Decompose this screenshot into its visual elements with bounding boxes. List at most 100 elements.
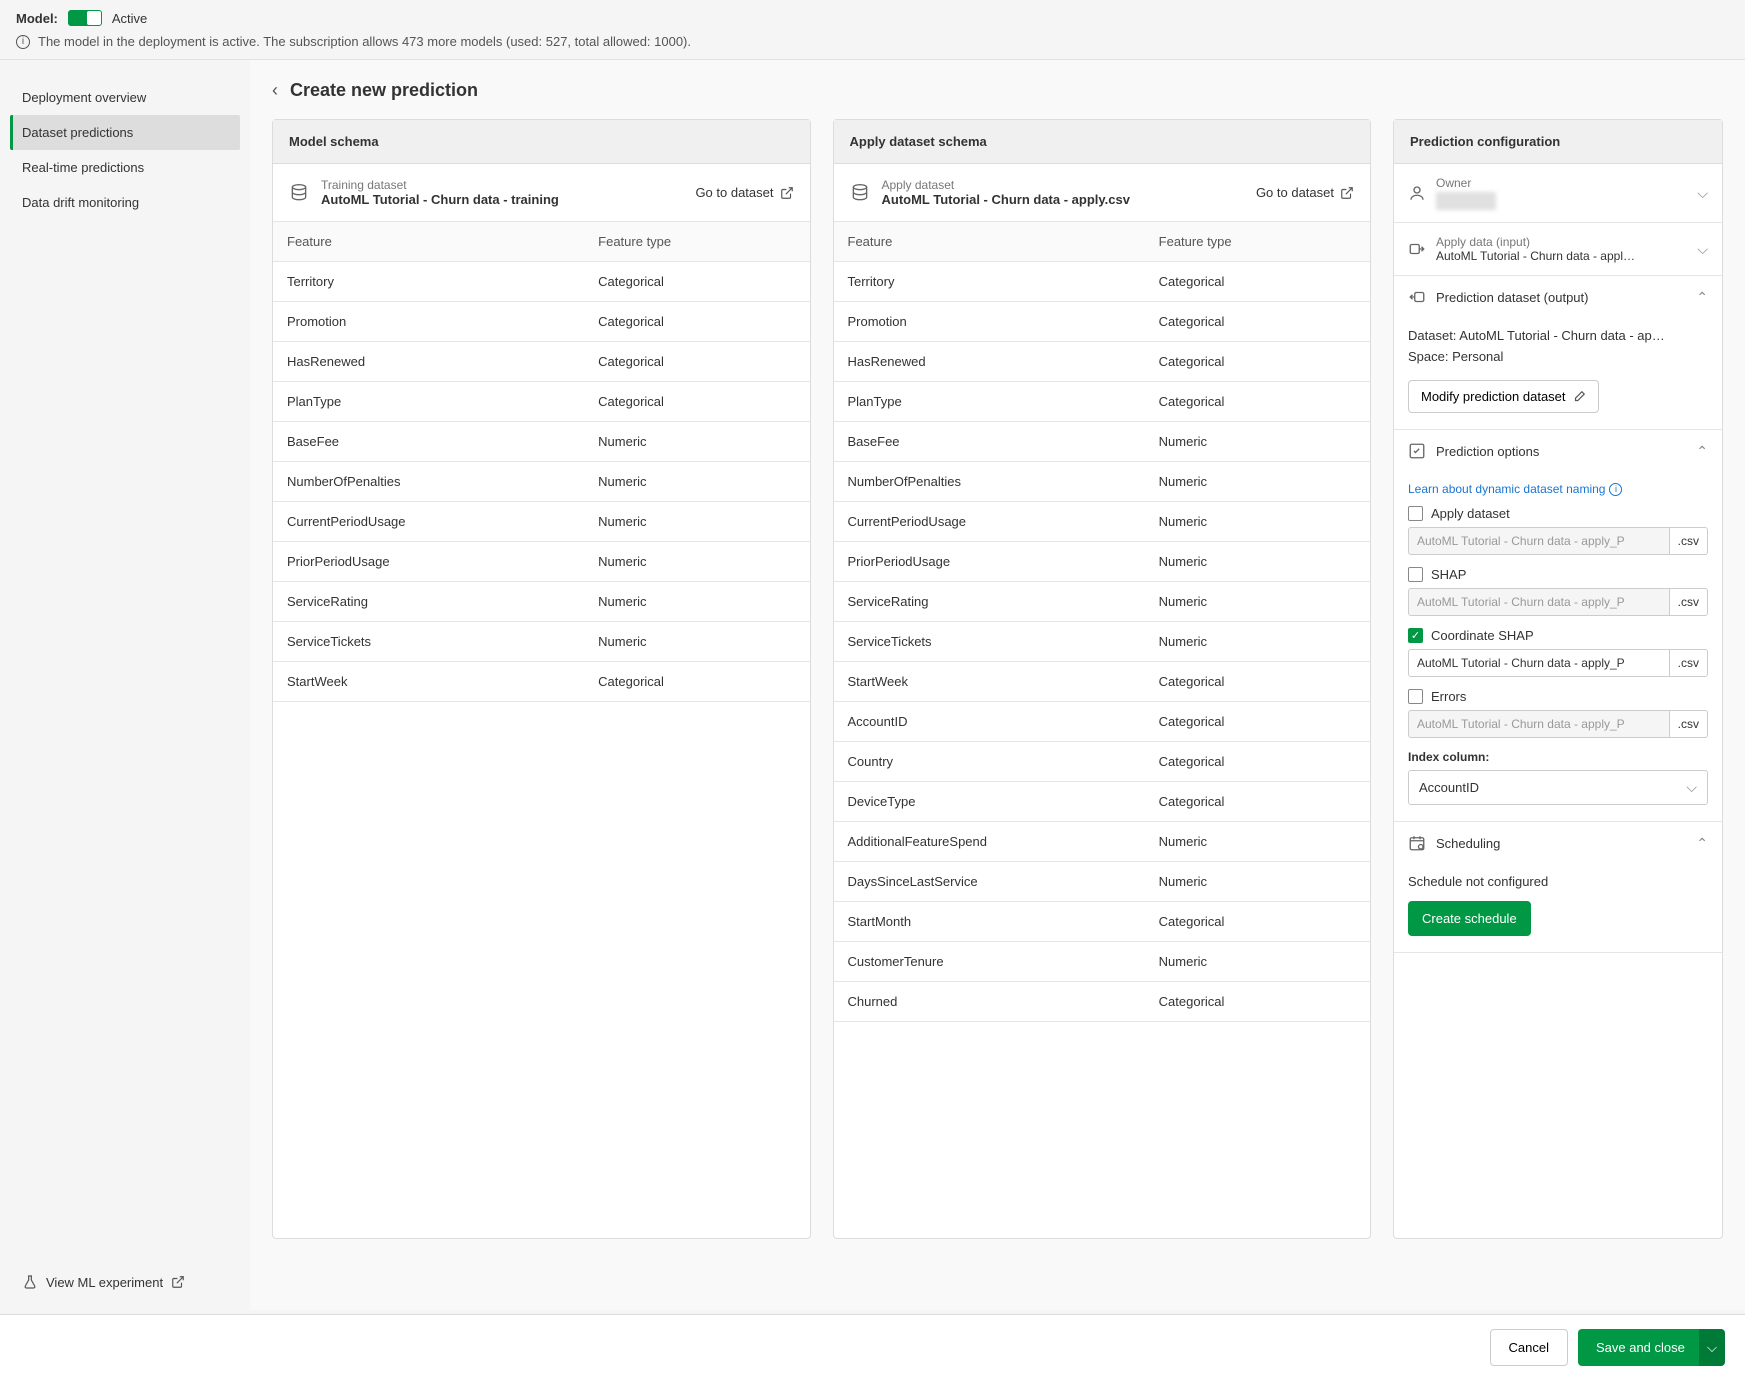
table-row: ServiceTicketsNumeric xyxy=(273,622,810,662)
goto-label: Go to dataset xyxy=(1256,185,1334,200)
table-row: PromotionCategorical xyxy=(834,302,1371,342)
file-extension: .csv xyxy=(1670,527,1708,555)
table-row: PlanTypeCategorical xyxy=(834,382,1371,422)
sidebar-item-realtime-predictions[interactable]: Real-time predictions xyxy=(10,150,240,185)
sidebar-item-data-drift[interactable]: Data drift monitoring xyxy=(10,185,240,220)
feature-cell: Churned xyxy=(834,982,1145,1022)
table-row: ServiceRatingNumeric xyxy=(834,582,1371,622)
modify-prediction-dataset-button[interactable]: Modify prediction dataset xyxy=(1408,380,1599,413)
back-icon[interactable]: ‹ xyxy=(272,80,278,101)
page-title: Create new prediction xyxy=(290,80,478,101)
table-row: DeviceTypeCategorical xyxy=(834,782,1371,822)
index-column-value: AccountID xyxy=(1419,780,1479,795)
chevron-up-icon: ⌃ xyxy=(1696,289,1708,306)
table-row: PromotionCategorical xyxy=(273,302,810,342)
table-row: ServiceRatingNumeric xyxy=(273,582,810,622)
schedule-text: Schedule not configured xyxy=(1408,874,1708,889)
col-type: Feature type xyxy=(584,222,809,262)
create-schedule-button[interactable]: Create schedule xyxy=(1408,901,1531,936)
schedule-row[interactable]: Scheduling ⌃ xyxy=(1394,822,1722,864)
type-cell: Categorical xyxy=(1145,782,1370,822)
type-cell: Numeric xyxy=(584,622,809,662)
chevron-down-icon: ⌵ xyxy=(1707,1340,1717,1355)
feature-cell: StartWeek xyxy=(273,662,584,702)
footer: Cancel Save and close ⌵ xyxy=(0,1314,1745,1380)
save-dropdown-button[interactable]: ⌵ xyxy=(1699,1329,1725,1366)
col-type: Feature type xyxy=(1145,222,1370,262)
calendar-icon xyxy=(1408,834,1426,852)
feature-cell: CustomerTenure xyxy=(834,942,1145,982)
goto-apply-dataset[interactable]: Go to dataset xyxy=(1256,185,1354,200)
model-schema-table: Feature Feature type TerritoryCategorica… xyxy=(273,222,810,702)
checkbox[interactable]: ✓ xyxy=(1408,628,1423,643)
type-cell: Categorical xyxy=(584,342,809,382)
chevron-up-icon: ⌃ xyxy=(1696,835,1708,852)
feature-cell: HasRenewed xyxy=(834,342,1145,382)
table-row: CurrentPeriodUsageNumeric xyxy=(834,502,1371,542)
type-cell: Numeric xyxy=(1145,542,1370,582)
external-link-icon xyxy=(171,1275,185,1289)
table-row: CountryCategorical xyxy=(834,742,1371,782)
table-row: NumberOfPenaltiesNumeric xyxy=(834,462,1371,502)
option-label: Apply dataset xyxy=(1431,506,1510,521)
checkbox[interactable] xyxy=(1408,567,1423,582)
feature-cell: DaysSinceLastService xyxy=(834,862,1145,902)
sidebar-item-dataset-predictions[interactable]: Dataset predictions xyxy=(10,115,240,150)
apply-data-row[interactable]: Apply data (input) AutoML Tutorial - Chu… xyxy=(1394,223,1722,275)
option-label: SHAP xyxy=(1431,567,1466,582)
goto-training-dataset[interactable]: Go to dataset xyxy=(695,185,793,200)
model-schema-panel: Model schema Training dataset AutoML Tut… xyxy=(272,119,811,1239)
info-text: The model in the deployment is active. T… xyxy=(38,34,691,49)
feature-cell: ServiceRating xyxy=(273,582,584,622)
owner-row[interactable]: Owner ⌵ xyxy=(1394,164,1722,222)
config-title: Prediction configuration xyxy=(1394,120,1722,164)
model-toggle[interactable] xyxy=(68,10,102,26)
table-row: NumberOfPenaltiesNumeric xyxy=(273,462,810,502)
output-dataset: Dataset: AutoML Tutorial - Churn data - … xyxy=(1408,328,1708,343)
database-icon xyxy=(850,183,870,203)
table-row: CurrentPeriodUsageNumeric xyxy=(273,502,810,542)
external-link-icon xyxy=(1340,186,1354,200)
training-dataset-name: AutoML Tutorial - Churn data - training xyxy=(321,192,695,207)
table-row: PlanTypeCategorical xyxy=(273,382,810,422)
chevron-down-icon: ⌵ xyxy=(1697,241,1708,258)
table-row: ChurnedCategorical xyxy=(834,982,1371,1022)
feature-cell: Promotion xyxy=(834,302,1145,342)
learn-link[interactable]: Learn about dynamic dataset naming i xyxy=(1408,482,1708,496)
feature-cell: ServiceTickets xyxy=(834,622,1145,662)
type-cell: Categorical xyxy=(584,382,809,422)
type-cell: Numeric xyxy=(584,422,809,462)
checkbox[interactable] xyxy=(1408,506,1423,521)
type-cell: Numeric xyxy=(584,542,809,582)
feature-cell: PlanType xyxy=(273,382,584,422)
apply-dataset-name: AutoML Tutorial - Churn data - apply.csv xyxy=(882,192,1256,207)
edit-icon xyxy=(1572,390,1586,404)
checkbox[interactable] xyxy=(1408,689,1423,704)
feature-cell: Promotion xyxy=(273,302,584,342)
view-ml-experiment-link[interactable]: View ML experiment xyxy=(10,1264,240,1300)
type-cell: Categorical xyxy=(1145,262,1370,302)
options-row[interactable]: Prediction options ⌃ xyxy=(1394,430,1722,472)
chevron-up-icon: ⌃ xyxy=(1696,443,1708,460)
table-row: TerritoryCategorical xyxy=(273,262,810,302)
type-cell: Numeric xyxy=(584,502,809,542)
type-cell: Categorical xyxy=(584,302,809,342)
schedule-title: Scheduling xyxy=(1436,836,1686,851)
type-cell: Categorical xyxy=(1145,902,1370,942)
feature-cell: AccountID xyxy=(834,702,1145,742)
input-icon xyxy=(1408,240,1426,258)
save-and-close-button[interactable]: Save and close xyxy=(1578,1329,1703,1366)
feature-cell: StartWeek xyxy=(834,662,1145,702)
output-row[interactable]: Prediction dataset (output) ⌃ xyxy=(1394,276,1722,318)
table-row: ServiceTicketsNumeric xyxy=(834,622,1371,662)
type-cell: Categorical xyxy=(1145,702,1370,742)
option-input[interactable] xyxy=(1408,649,1670,677)
index-column-select[interactable]: AccountID ⌵ xyxy=(1408,770,1708,805)
table-row: StartMonthCategorical xyxy=(834,902,1371,942)
type-cell: Numeric xyxy=(1145,622,1370,662)
cancel-button[interactable]: Cancel xyxy=(1490,1329,1568,1366)
feature-cell: NumberOfPenalties xyxy=(834,462,1145,502)
type-cell: Categorical xyxy=(584,662,809,702)
sidebar-item-deployment-overview[interactable]: Deployment overview xyxy=(10,80,240,115)
config-panel: Prediction configuration Owner ⌵ xyxy=(1393,119,1723,1239)
